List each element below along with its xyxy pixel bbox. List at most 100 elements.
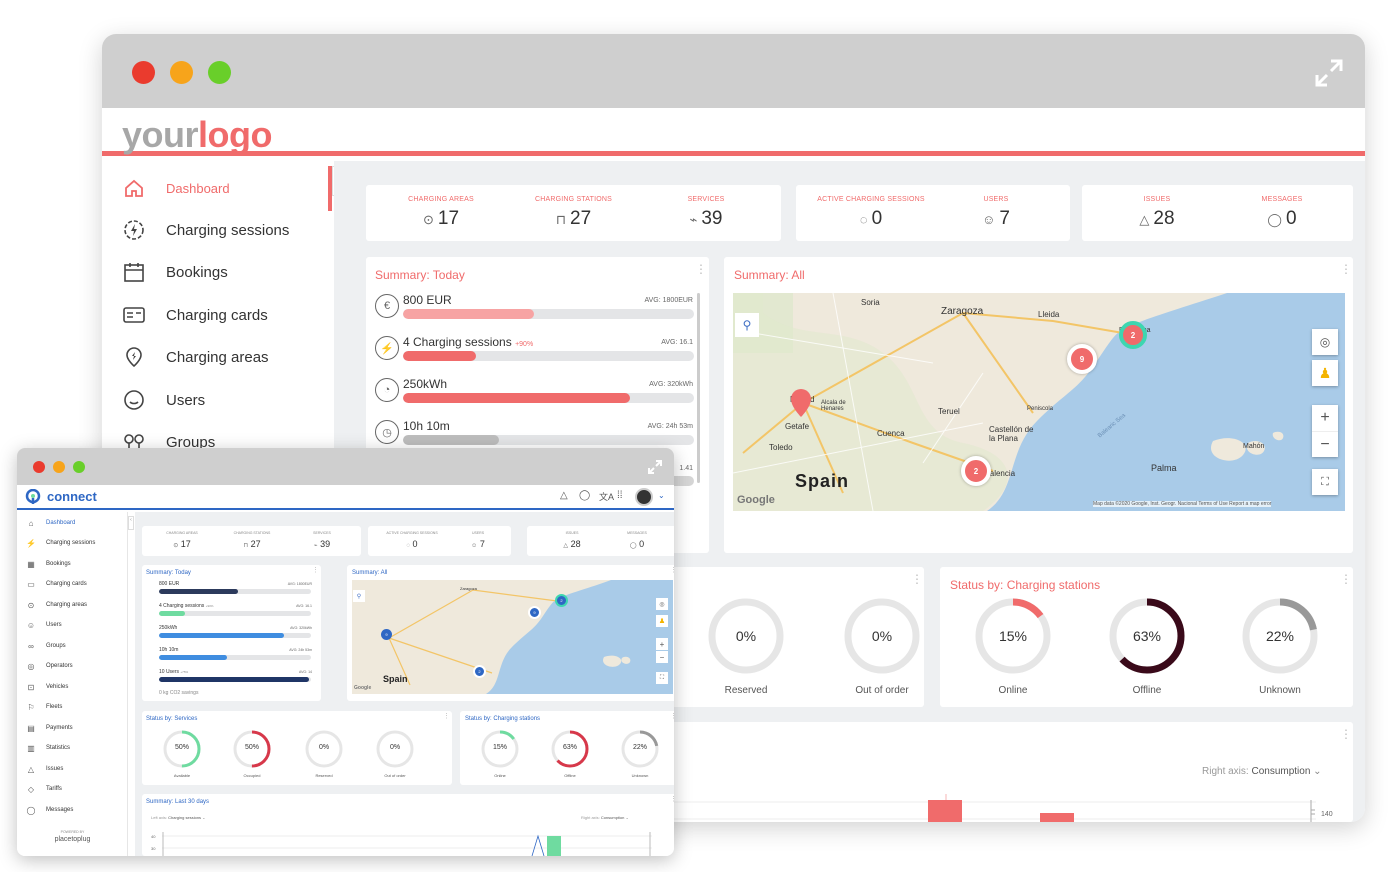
collapse-sidebar-button[interactable]: ‹ — [128, 516, 134, 530]
summary-users-bar — [159, 677, 311, 682]
sidebar-item-payments[interactable]: ▤ Payments — [26, 722, 72, 734]
payments-icon: ▤ — [27, 723, 35, 733]
sidebar-item-dashboard[interactable]: ⌂ Dashboard — [26, 517, 76, 529]
sidebar-item-bookings[interactable]: Bookings — [122, 257, 228, 287]
sidebar-item-statistics[interactable]: ▥ Statistics — [26, 742, 70, 754]
sidebar-item-charging-areas[interactable]: ⊙ Charging areas — [26, 599, 87, 611]
street-view-icon[interactable]: ♟ — [656, 615, 668, 627]
donut-unknown-value: 22% — [632, 744, 647, 751]
chevron-down-icon: ⌄ — [1313, 766, 1322, 777]
stat-charging-areas[interactable]: ⊙ 17 — [152, 539, 212, 549]
sidebar-item-charging-sessions[interactable]: ⚡ Charging sessions — [26, 537, 95, 549]
maximize-window-dot[interactable] — [73, 461, 85, 473]
map[interactable]: Zaragoza Spain 2 9 9 2 ⚲ ◎ ♟ + − ⛶ Googl… — [352, 580, 673, 694]
map-label: Spain — [795, 471, 850, 491]
minimize-window-dot[interactable] — [170, 61, 193, 84]
stat-services[interactable]: ⌁ 39 — [292, 539, 352, 549]
logo-header — [102, 108, 1365, 156]
map-search-button[interactable]: ⚲ — [353, 590, 365, 602]
stat-issues[interactable]: △ 28 — [1112, 208, 1202, 230]
avatar[interactable] — [635, 488, 653, 506]
sidebar-item-tariffs[interactable]: ◇ Tariffs — [26, 783, 62, 795]
apps-grid-icon[interactable]: ⁞⁞ — [617, 490, 623, 501]
card-menu-icon[interactable]: ⋮ — [1340, 573, 1352, 585]
left-axis-selector[interactable]: Left axis: Charging sessions ⌄ — [151, 815, 206, 820]
card-menu-icon[interactable]: ⋮ — [670, 796, 674, 803]
stat-active-sessions[interactable]: ◌ 0 — [806, 208, 936, 230]
map-marker-cluster[interactable]: 9 — [381, 629, 392, 640]
zoom-out-button[interactable]: − — [656, 651, 668, 663]
card-title: Summary: Last 30 days — [146, 799, 210, 805]
card-menu-icon[interactable]: ⋮ — [911, 573, 923, 585]
summary-duration: 10h 10m — [403, 419, 450, 433]
zoom-out-button[interactable]: − — [1312, 431, 1338, 457]
stat-services[interactable]: ⌁ 39 — [656, 208, 756, 230]
stat-messages[interactable]: ◯ 0 — [1237, 208, 1327, 230]
stat-charging-stations[interactable]: ⊓ 27 — [516, 208, 631, 230]
sidebar-item-bookings[interactable]: ▦ Bookings — [26, 558, 70, 570]
card-menu-icon[interactable]: ⋮ — [443, 713, 450, 720]
fullscreen-map-button[interactable]: ⛶ — [656, 672, 668, 684]
fullscreen-map-button[interactable]: ⛶ — [1312, 469, 1338, 495]
stat-messages[interactable]: ◯ 0 — [612, 539, 662, 549]
map-marker-cluster[interactable]: 2 — [473, 665, 486, 678]
sidebar-item-charging-cards[interactable]: ▭ Charging cards — [26, 578, 86, 590]
my-location-button[interactable]: ◎ — [1312, 329, 1338, 355]
map-pin-icon[interactable] — [790, 389, 812, 417]
stat-users[interactable]: ☺ 7 — [458, 539, 498, 549]
sidebar-item-messages[interactable]: ◯ Messages — [26, 804, 74, 816]
language-icon[interactable]: 文A — [599, 490, 614, 503]
close-window-dot[interactable] — [33, 461, 45, 473]
close-window-dot[interactable] — [132, 61, 155, 84]
stat-charging-areas[interactable]: ⊙ 17 — [386, 208, 496, 230]
card-menu-icon[interactable]: ⋮ — [695, 263, 707, 275]
sidebar-item-fleets[interactable]: ⚐ Fleets — [26, 701, 62, 713]
map-marker-cluster[interactable]: 2 — [555, 594, 568, 607]
sidebar-item-issues[interactable]: △ Issues — [26, 763, 63, 775]
sidebar-item-label: Charging sessions — [166, 221, 290, 239]
street-view-icon[interactable]: ♟ — [1312, 360, 1338, 386]
stat-issues[interactable]: △ 28 — [547, 539, 597, 549]
expand-icon[interactable] — [1314, 58, 1344, 88]
plug-icon: ⌁ — [689, 212, 698, 227]
my-location-button[interactable]: ◎ — [656, 598, 668, 610]
zoom-in-button[interactable]: + — [656, 638, 668, 650]
messages-icon[interactable]: ◯ — [579, 490, 590, 501]
stat-active-sessions[interactable]: ◌ 0 — [372, 539, 452, 549]
map-marker-cluster[interactable]: 9 — [528, 606, 541, 619]
maximize-window-dot[interactable] — [208, 61, 231, 84]
notifications-icon[interactable]: △ — [560, 490, 568, 501]
map-marker-cluster[interactable]: 2 — [1119, 321, 1147, 349]
minimize-window-dot[interactable] — [53, 461, 65, 473]
scrollbar[interactable] — [697, 293, 700, 483]
map-label: Soria — [861, 298, 880, 307]
map[interactable]: Soria Zaragoza Lleida Madrid Alcala de H… — [733, 293, 1345, 511]
right-axis-selector[interactable]: Right axis: Consumption ⌄ — [1202, 766, 1322, 777]
donut-reserved-label: Reserved — [724, 685, 768, 696]
expand-icon[interactable] — [647, 459, 663, 475]
zoom-in-button[interactable]: + — [1312, 405, 1338, 431]
card-menu-icon[interactable]: ⋮ — [670, 713, 674, 720]
stats-card-activity: ACTIVE CHARGING SESSIONS ◌ 0 USERS ☺ 7 — [368, 526, 511, 556]
stat-charging-stations[interactable]: ⊓ 27 — [222, 539, 282, 549]
map-marker-cluster[interactable]: 2 — [961, 456, 991, 486]
sidebar-item-charging-sessions[interactable]: Charging sessions — [122, 215, 289, 245]
stat-label-messages: MESSAGES — [627, 531, 647, 535]
chevron-down-icon[interactable]: ⌄ — [658, 491, 665, 500]
card-menu-icon[interactable]: ⋮ — [1340, 263, 1352, 275]
stat-users[interactable]: ☺ 7 — [956, 208, 1036, 230]
map-marker-cluster[interactable]: 9 — [1067, 344, 1097, 374]
sidebar-item-charging-cards[interactable]: Charging cards — [122, 300, 268, 330]
right-axis-selector[interactable]: Right axis: Consumption ⌄ — [581, 815, 629, 820]
map-search-button[interactable]: ⚲ — [735, 313, 759, 337]
card-menu-icon[interactable]: ⋮ — [1340, 728, 1352, 740]
sidebar-item-charging-areas[interactable]: Charging areas — [122, 342, 269, 372]
card-menu-icon[interactable]: ⋮ — [670, 567, 674, 574]
card-menu-icon[interactable]: ⋮ — [312, 567, 319, 574]
sidebar-item-vehicles[interactable]: ⊡ Vehicles — [26, 681, 69, 693]
sidebar-item-users[interactable]: Users — [122, 385, 205, 415]
sidebar-item-groups[interactable]: ∞ Groups — [26, 640, 66, 652]
sidebar-item-dashboard[interactable]: Dashboard — [122, 173, 230, 203]
sidebar-item-operators[interactable]: ◎ Operators — [26, 660, 73, 672]
sidebar-item-users[interactable]: ☺ Users — [26, 619, 62, 631]
